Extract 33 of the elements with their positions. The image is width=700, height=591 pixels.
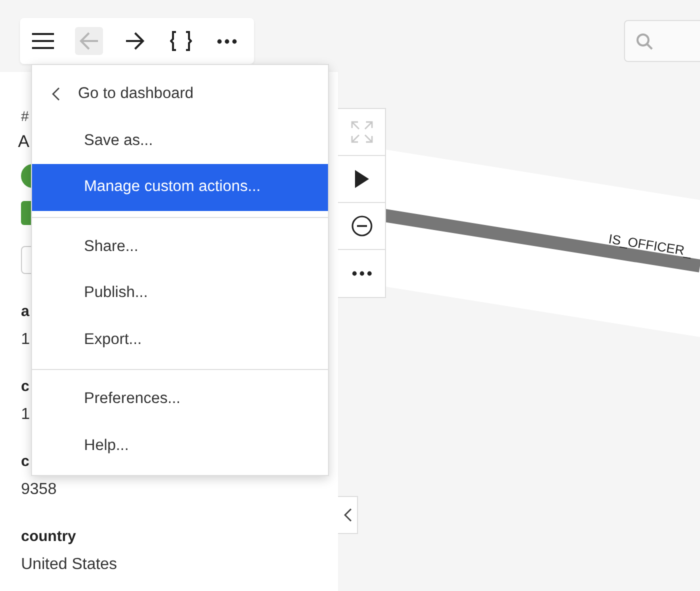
field-value: 9358 [21,481,57,499]
field-label: c [21,378,30,396]
node-title: A [18,131,30,153]
arrow-right-icon [125,32,145,50]
menu-item[interactable]: Go to dashboard [32,71,328,118]
search-icon [636,32,653,50]
field-label: country [21,528,76,546]
menu-item[interactable]: Manage custom actions... [32,164,328,210]
menu-item[interactable]: Help... [32,422,328,469]
menu-icon [32,33,54,49]
arrow-left-icon [79,32,99,50]
more-icon [352,271,372,276]
field-label: a [21,303,30,321]
field-value: United States [21,556,118,574]
node-id: # [21,108,29,124]
chevron-left-icon [52,87,60,102]
menu-item[interactable]: Export... [32,316,328,363]
play-icon [354,169,370,189]
expand-icon [350,121,372,143]
more-icon [217,38,237,44]
menu-item[interactable]: Save as... [32,118,328,164]
field-value: 1 [21,406,30,424]
menu-item[interactable]: Preferences... [32,376,328,422]
field-value: 1 [21,331,30,349]
menu-item[interactable]: Share... [32,224,328,270]
menu-item-label: Go to dashboard [78,85,194,104]
menu-item[interactable]: Publish... [32,270,328,316]
brackets-icon [170,31,192,51]
chevron-left-icon [344,508,352,522]
minus-circle-icon [350,215,372,237]
search-field[interactable] [624,20,700,62]
collapse-button[interactable] [338,496,358,534]
field-label: c [21,453,30,471]
